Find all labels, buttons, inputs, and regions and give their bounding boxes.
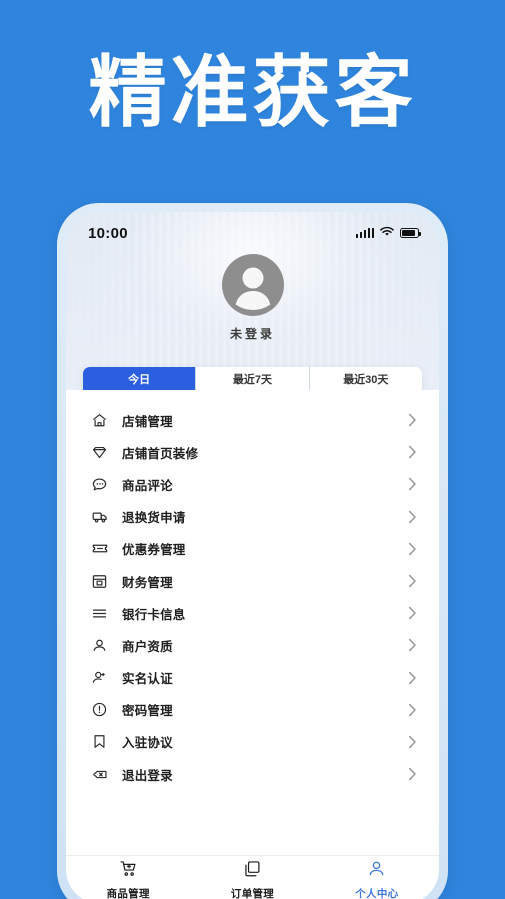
chevron-right-icon: [408, 606, 417, 620]
menu-item-label: 银行卡信息: [122, 607, 186, 622]
shield-icon: [90, 443, 109, 462]
person-icon: [90, 636, 109, 655]
status-bar-icons: [356, 224, 421, 242]
chevron-right-icon: [408, 477, 417, 491]
menu-item-label: 商户资质: [122, 639, 173, 654]
chevron-right-icon: [408, 671, 417, 685]
store-icon: [90, 572, 109, 591]
menu-item-coupon-management[interactable]: 优惠券管理: [66, 533, 439, 565]
chevron-right-icon: [408, 638, 417, 652]
bookmark-icon: [90, 732, 109, 751]
alert-circle-icon: [90, 700, 109, 719]
status-bar: 10:00: [66, 212, 439, 250]
chevron-right-icon: [408, 542, 417, 556]
menu-item-label: 退换货申请: [122, 511, 186, 526]
menu-item-label: 实名认证: [122, 672, 173, 687]
promo-page: 精准获客 10:00 未登录 今日 最近7天 最近30天 店铺管理 店铺首页装修…: [0, 0, 505, 899]
chevron-right-icon: [408, 703, 417, 717]
menu-item-return-exchange-request[interactable]: 退换货申请: [66, 501, 439, 533]
menu-item-logout[interactable]: 退出登录: [66, 758, 439, 790]
cart-add-icon: [119, 859, 138, 883]
comment-icon: [90, 475, 109, 494]
menu-item-label: 优惠券管理: [122, 543, 186, 558]
chevron-right-icon: [408, 445, 417, 459]
tab-label: 订单管理: [230, 888, 275, 899]
menu-item-shop-homepage-decoration[interactable]: 店铺首页装修: [66, 436, 439, 468]
menu-item-label: 入驻协议: [122, 736, 173, 751]
phone-screen: 10:00 未登录 今日 最近7天 最近30天 店铺管理 店铺首页装修 商品评论…: [66, 212, 439, 899]
menu-item-product-reviews[interactable]: 商品评论: [66, 468, 439, 500]
truck-icon: [90, 507, 109, 526]
phone-mockup-frame: 10:00 未登录 今日 最近7天 最近30天 店铺管理 店铺首页装修 商品评论…: [57, 203, 448, 899]
tab-product-management[interactable]: 商品管理: [66, 859, 190, 899]
bottom-tab-bar: 商品管理 订单管理 个人中心: [66, 855, 439, 899]
menu-item-label: 商品评论: [122, 478, 173, 493]
tab-personal-center[interactable]: 个人中心: [315, 859, 439, 899]
avatar-person-icon: [235, 267, 270, 310]
stats-tab-7days[interactable]: 最近7天: [196, 367, 310, 390]
home-icon: [90, 411, 109, 430]
profile-icon: [367, 859, 386, 883]
tab-label: 个人中心: [355, 888, 399, 899]
logout-icon: [90, 765, 109, 784]
avatar[interactable]: [221, 254, 284, 316]
profile-header: 10:00 未登录 今日 最近7天 最近30天: [66, 212, 439, 390]
status-bar-time: 10:00: [88, 224, 128, 242]
person-verify-icon: [90, 668, 109, 687]
menu-item-finance-management[interactable]: 财务管理: [66, 565, 439, 597]
tab-label: 商品管理: [106, 888, 150, 899]
profile-name: 未登录: [229, 327, 275, 341]
menu-item-label: 密码管理: [122, 704, 173, 719]
menu-item-label: 店铺管理: [122, 414, 173, 429]
menu-item-label: 财务管理: [122, 575, 173, 590]
chevron-right-icon: [408, 574, 417, 588]
menu-item-password-management[interactable]: 密码管理: [66, 694, 439, 726]
chevron-right-icon: [408, 510, 417, 524]
stats-period-tabs: 今日 最近7天 最近30天: [83, 367, 422, 390]
chevron-right-icon: [408, 735, 417, 749]
stats-tab-today[interactable]: 今日: [83, 367, 197, 390]
promo-headline: 精准获客: [88, 48, 417, 136]
ticket-icon: [90, 539, 109, 558]
settings-menu-list: 店铺管理 店铺首页装修 商品评论 退换货申请 优惠券管理 财务管理 银行卡信息 …: [66, 390, 439, 855]
orders-icon: [243, 859, 262, 883]
menu-item-label: 退出登录: [122, 768, 173, 783]
menu-item-merchant-qualification[interactable]: 商户资质: [66, 629, 439, 661]
menu-item-bank-card-info[interactable]: 银行卡信息: [66, 597, 439, 629]
menu-item-label: 店铺首页装修: [122, 446, 199, 461]
list-lines-icon: [90, 604, 109, 623]
tab-order-management[interactable]: 订单管理: [190, 859, 314, 899]
wifi-icon: [380, 224, 394, 242]
menu-item-shop-management[interactable]: 店铺管理: [66, 404, 439, 436]
battery-icon: [400, 228, 421, 238]
menu-item-settlement-agreement[interactable]: 入驻协议: [66, 726, 439, 758]
stats-card: 今日 最近7天 最近30天 访问人数 0 商品收藏 0: [83, 367, 422, 390]
chevron-right-icon: [408, 413, 417, 427]
signal-bars-icon: [356, 228, 374, 238]
stats-tab-30days[interactable]: 最近30天: [309, 367, 422, 390]
chevron-right-icon: [408, 767, 417, 781]
menu-item-real-name-verification[interactable]: 实名认证: [66, 662, 439, 694]
profile-block[interactable]: 未登录: [66, 254, 439, 342]
